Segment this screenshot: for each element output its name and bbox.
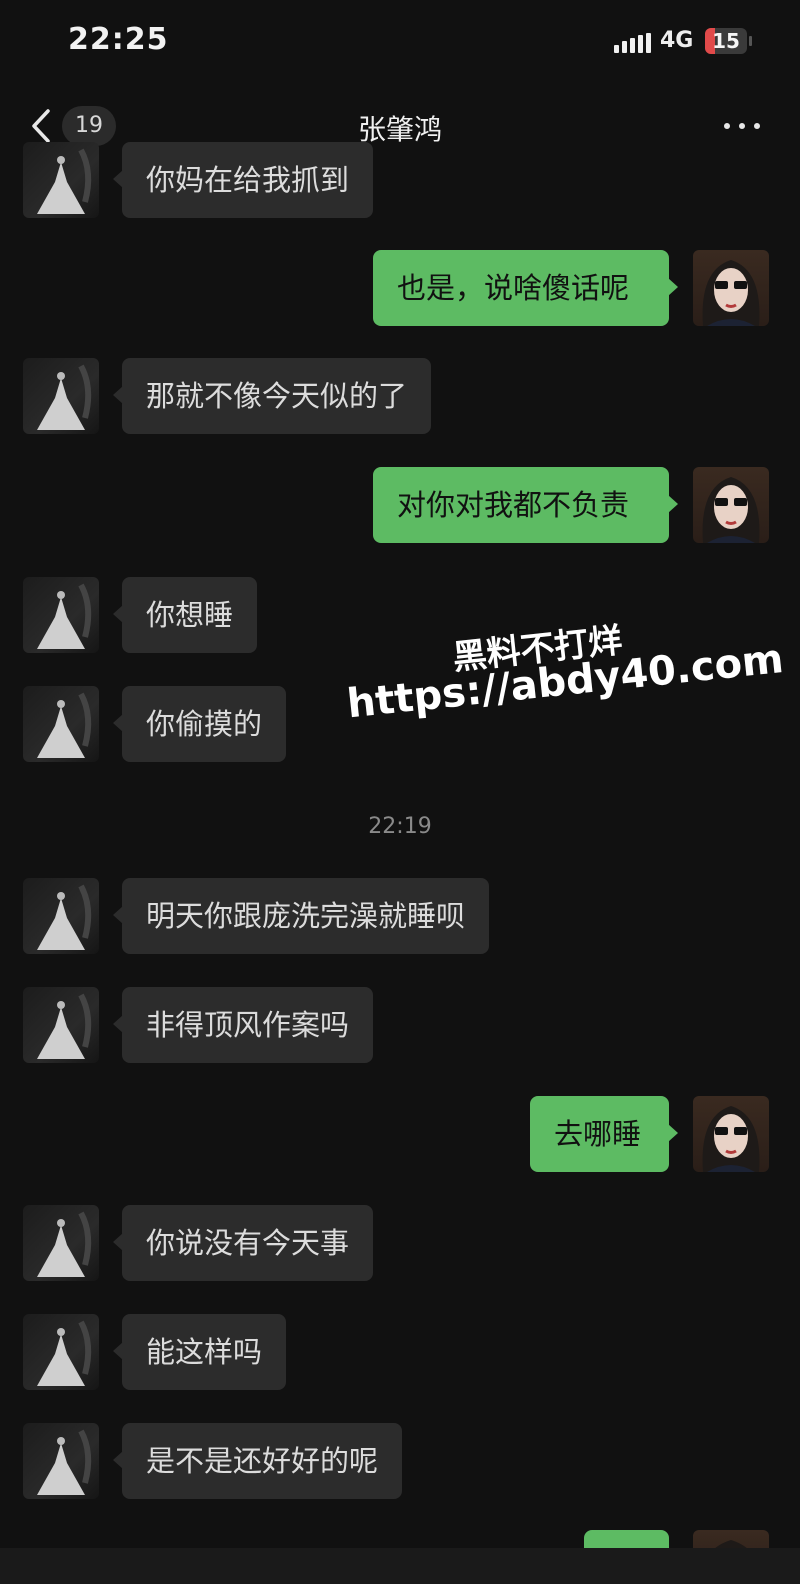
girl-sunglasses-avatar-icon xyxy=(702,477,760,543)
message-bubble-sent[interactable]: 对你对我都不负责 xyxy=(373,467,678,543)
message-bubble-sent[interactable]: 去哪睡 xyxy=(530,1096,678,1172)
message-bubble-received[interactable]: 明天你跟庞洗完澡就睡呗 xyxy=(112,878,490,954)
message-bubble-received[interactable]: 非得顶风作案吗 xyxy=(112,987,374,1063)
message-bubble-received[interactable]: 你妈在给我抓到 xyxy=(112,142,374,218)
gown-avatar-icon xyxy=(37,148,92,214)
girl-sunglasses-avatar-icon xyxy=(702,260,760,326)
message-bubble-received[interactable]: 你说没有今天事 xyxy=(112,1205,374,1281)
gown-avatar-icon xyxy=(37,993,92,1059)
contact-avatar[interactable] xyxy=(23,1314,99,1390)
contact-avatar[interactable] xyxy=(23,142,99,218)
gown-avatar-icon xyxy=(37,364,92,430)
gown-avatar-icon xyxy=(37,692,92,758)
contact-avatar[interactable] xyxy=(23,686,99,762)
contact-avatar[interactable] xyxy=(23,1205,99,1281)
contact-avatar[interactable] xyxy=(23,577,99,653)
contact-avatar[interactable] xyxy=(23,987,99,1063)
message-bubble-received[interactable]: 你想睡 xyxy=(112,577,258,653)
my-avatar[interactable] xyxy=(693,1096,769,1172)
gown-avatar-icon xyxy=(37,1320,92,1386)
contact-avatar[interactable] xyxy=(23,358,99,434)
my-avatar[interactable] xyxy=(693,250,769,326)
contact-avatar[interactable] xyxy=(23,878,99,954)
message-bubble-received[interactable]: 你偷摸的 xyxy=(112,686,287,762)
my-avatar[interactable] xyxy=(693,467,769,543)
contact-avatar[interactable] xyxy=(23,1423,99,1499)
message-timestamp: 22:19 xyxy=(368,814,432,839)
gown-avatar-icon xyxy=(37,583,92,649)
message-list[interactable]: 你妈在给我抓到 也是，说啥傻话呢 那就不像今天似的了 对你对我都不负责 你想睡 … xyxy=(0,0,800,1584)
message-bubble-sent[interactable]: 也是，说啥傻话呢 xyxy=(373,250,678,326)
girl-sunglasses-avatar-icon xyxy=(702,1106,760,1172)
gown-avatar-icon xyxy=(37,1211,92,1277)
message-bubble-received[interactable]: 能这样吗 xyxy=(112,1314,287,1390)
message-bubble-received[interactable]: 那就不像今天似的了 xyxy=(112,358,432,434)
input-bar[interactable] xyxy=(0,1548,800,1584)
gown-avatar-icon xyxy=(37,884,92,950)
message-bubble-received[interactable]: 是不是还好好的呢 xyxy=(112,1423,403,1499)
gown-avatar-icon xyxy=(37,1429,92,1495)
